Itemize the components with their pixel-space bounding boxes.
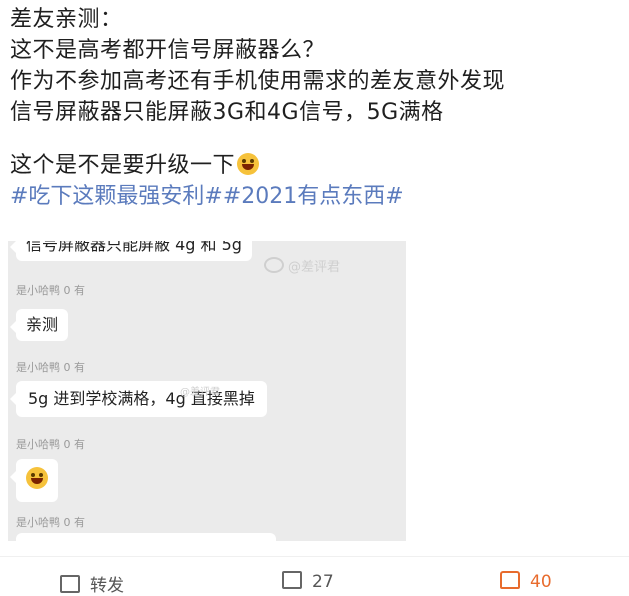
thumbs-up-icon — [500, 571, 520, 589]
hashtag-link-1[interactable]: #吃下这颗最强安利# — [10, 184, 223, 209]
chat-sender-3: 是小哈鸭 0 有 — [16, 438, 85, 451]
weibo-watermark-faint: @差评君 — [180, 387, 220, 398]
forward-icon — [60, 575, 80, 593]
hashtag-link-2[interactable]: #2021有点东西# — [223, 184, 404, 209]
post-question-line: 这个是不是要升级一下 — [10, 150, 620, 181]
post-line-3: 作为不参加高考还有手机使用需求的差友意外发现 — [10, 69, 506, 94]
weibo-logo-icon — [264, 257, 284, 273]
comment-icon — [282, 571, 302, 589]
chat-bubble-1: 信号屏蔽器只能屏蔽 4g 和 5g — [10, 241, 252, 261]
action-bar: 转发 27 40 — [0, 556, 629, 596]
chat-screenshot-image[interactable]: 信号屏蔽器只能屏蔽 4g 和 5g @差评君 是小哈鸭 0 有 亲测 是小哈鸭 … — [8, 241, 406, 541]
post-question: 这个是不是要升级一下 — [10, 153, 236, 178]
chat-bubble-3: 5g 进到学校满格，4g 直接黑掉 — [10, 381, 267, 417]
chat-bubble-5-partial — [16, 533, 276, 541]
forward-button[interactable]: 转发 — [60, 571, 124, 596]
like-button[interactable]: 40 — [500, 571, 552, 592]
chat-bubble-4 — [10, 459, 58, 502]
weibo-post: 差友亲测： 这不是高考都开信号屏蔽器么？ 作为不参加高考还有手机使用需求的差友意… — [10, 4, 620, 212]
laughing-tears-emoji-icon — [237, 153, 260, 175]
post-line-4: 信号屏蔽器只能屏蔽3G和4G信号，5G满格 — [10, 100, 444, 125]
chat-sender-1: 是小哈鸭 0 有 — [16, 284, 85, 297]
chat-sender-4: 是小哈鸭 0 有 — [16, 516, 85, 529]
chat-bubble-2: 亲测 — [9, 309, 69, 341]
comment-button[interactable]: 27 — [282, 571, 334, 592]
hashtag-row: #吃下这颗最强安利##2021有点东西# — [10, 181, 620, 212]
laughing-tears-emoji-icon — [26, 467, 48, 489]
post-line-2: 这不是高考都开信号屏蔽器么？ — [10, 38, 326, 63]
weibo-watermark: @差评君 — [264, 256, 340, 275]
post-line-1: 差友亲测： — [10, 7, 123, 32]
chat-sender-2: 是小哈鸭 0 有 — [16, 361, 85, 374]
